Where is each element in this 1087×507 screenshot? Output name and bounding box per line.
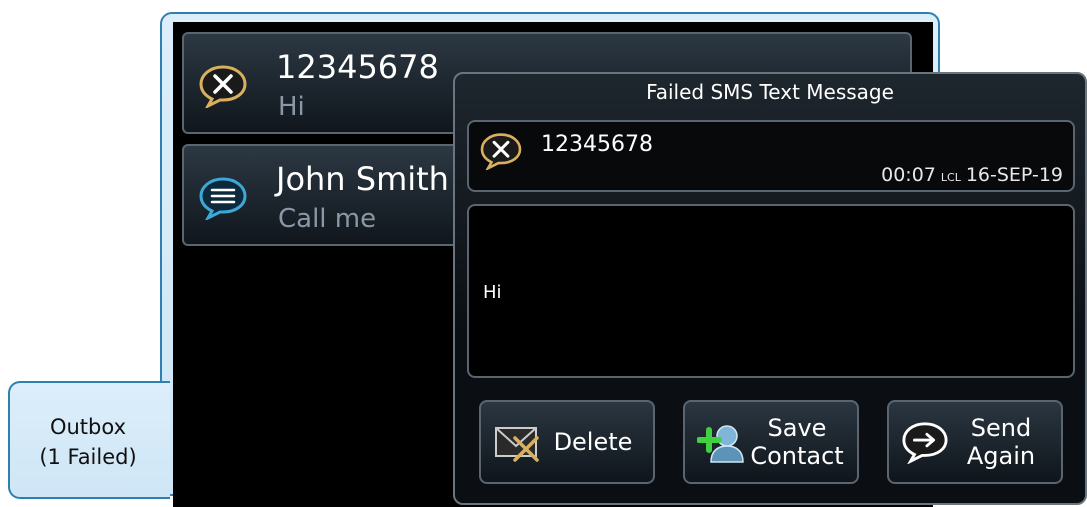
failed-message-icon [198, 64, 248, 110]
message-sender: 12345678 [276, 48, 439, 86]
message-body: Hi [467, 204, 1075, 378]
message-preview: Call me [278, 204, 377, 234]
message-text: Hi [483, 282, 502, 303]
message-timestamp: 00:07 LCL 16-SEP-19 [881, 164, 1063, 186]
time-zone: LCL [940, 171, 961, 184]
delete-envelope-icon [493, 420, 541, 464]
dialog-message-header: 12345678 00:07 LCL 16-SEP-19 [467, 120, 1075, 192]
save-contact-label: Save Contact [750, 414, 844, 470]
message-sender: John Smith [276, 160, 449, 198]
tab-outbox-label: Outbox (1 Failed) [39, 415, 137, 469]
message-preview: Hi [278, 92, 305, 122]
failed-sms-dialog: Failed SMS Text Message 12345678 00:07 L… [453, 72, 1087, 505]
message-icon [198, 176, 248, 222]
send-again-icon [901, 420, 949, 465]
recipient-number: 12345678 [541, 132, 653, 157]
message-time: 00:07 [881, 164, 936, 186]
message-date: 16-SEP-19 [965, 164, 1063, 186]
failed-message-icon [479, 132, 523, 172]
delete-button[interactable]: Delete [479, 400, 655, 484]
delete-label: Delete [553, 428, 633, 456]
add-contact-icon [696, 420, 745, 464]
send-again-button[interactable]: Send Again [887, 400, 1063, 484]
save-contact-button[interactable]: Save Contact [683, 400, 859, 484]
send-again-label: Send Again [966, 414, 1036, 470]
dialog-title: Failed SMS Text Message [646, 80, 894, 104]
